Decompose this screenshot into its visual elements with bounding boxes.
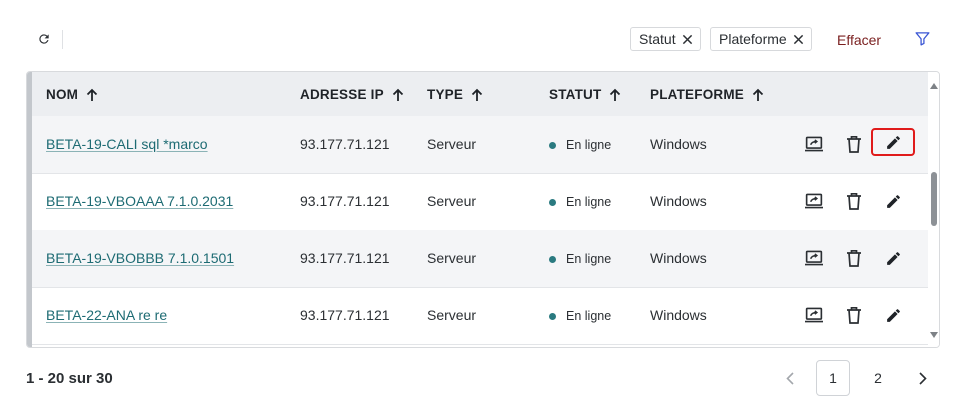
remote-desktop-icon[interactable]: [803, 190, 825, 212]
close-icon[interactable]: [682, 34, 693, 45]
status-text: En ligne: [566, 195, 612, 209]
edit-icon[interactable]: [882, 304, 904, 326]
column-header-plateforme[interactable]: PLATEFORME: [650, 87, 764, 102]
edit-icon[interactable]: [882, 190, 904, 212]
column-header-statut[interactable]: STATUT: [549, 87, 621, 102]
column-label: TYPE: [427, 87, 464, 102]
status-text: En ligne: [566, 138, 612, 152]
scroll-up-icon[interactable]: [930, 76, 938, 94]
delete-icon[interactable]: [843, 133, 865, 155]
status-badge: En ligne: [549, 138, 611, 152]
toolbar-divider: [62, 30, 63, 49]
column-label: NOM: [46, 87, 79, 102]
column-header-adresse-ip[interactable]: ADRESSE IP: [300, 87, 404, 102]
delete-icon[interactable]: [843, 304, 865, 326]
status-badge: En ligne: [549, 252, 611, 266]
sort-arrow-up-icon: [471, 88, 483, 102]
sort-arrow-up-icon: [392, 88, 404, 102]
table-row: BETA-22-ANA re re 93.177.71.121 Serveur …: [32, 287, 928, 345]
table-row: BETA-19-VBOAAA 7.1.0.2031 93.177.71.121 …: [32, 173, 928, 231]
ip-address: 93.177.71.121: [300, 136, 390, 152]
scroll-down-icon[interactable]: [930, 325, 938, 343]
platform: Windows: [650, 136, 707, 152]
platform: Windows: [650, 193, 707, 209]
remote-desktop-icon[interactable]: [803, 304, 825, 326]
platform: Windows: [650, 250, 707, 266]
toolbar: Statut Plateforme Effacer: [0, 0, 967, 72]
chevron-right-icon[interactable]: [912, 360, 934, 396]
delete-icon[interactable]: [843, 190, 865, 212]
devices-table: NOM ADRESSE IP TYPE STATUT PLATEFORME BE…: [26, 71, 940, 348]
vertical-scrollbar[interactable]: [928, 72, 939, 347]
device-name-link[interactable]: BETA-19-CALI sql *marco: [46, 136, 208, 152]
chip-label: Statut: [639, 31, 676, 47]
chip-label: Plateforme: [719, 31, 787, 47]
close-icon[interactable]: [793, 34, 804, 45]
sort-arrow-up-icon: [86, 88, 98, 102]
chevron-left-icon[interactable]: [779, 360, 801, 396]
edit-icon[interactable]: [882, 247, 904, 269]
ip-address: 93.177.71.121: [300, 193, 390, 209]
device-name-link[interactable]: BETA-22-ANA re re: [46, 307, 167, 323]
device-type: Serveur: [427, 193, 477, 209]
clear-filters-button[interactable]: Effacer: [837, 32, 881, 48]
pagination-count: 1 - 20 sur 30: [26, 370, 113, 387]
refresh-icon[interactable]: [34, 29, 54, 49]
filter-chip-statut[interactable]: Statut: [630, 27, 701, 51]
remote-desktop-icon[interactable]: [803, 247, 825, 269]
delete-icon[interactable]: [843, 247, 865, 269]
filter-icon[interactable]: [914, 30, 931, 52]
column-label: PLATEFORME: [650, 87, 744, 102]
status-dot: [549, 255, 556, 263]
column-header-type[interactable]: TYPE: [427, 87, 483, 102]
status-badge: En ligne: [549, 195, 611, 209]
filter-chip-plateforme[interactable]: Plateforme: [710, 27, 812, 51]
table-header: NOM ADRESSE IP TYPE STATUT PLATEFORME: [32, 72, 928, 117]
device-type: Serveur: [427, 307, 477, 323]
scrollbar-thumb[interactable]: [931, 172, 937, 226]
sort-arrow-up-icon: [752, 88, 764, 102]
column-label: ADRESSE IP: [300, 87, 384, 102]
sort-arrow-up-icon: [609, 88, 621, 102]
column-header-nom[interactable]: NOM: [46, 87, 98, 102]
remote-desktop-icon[interactable]: [803, 133, 825, 155]
platform: Windows: [650, 307, 707, 323]
status-dot: [549, 312, 556, 320]
status-dot: [549, 141, 556, 149]
status-text: En ligne: [566, 252, 612, 266]
table-row: BETA-19-CALI sql *marco 93.177.71.121 Se…: [32, 116, 928, 174]
status-dot: [549, 198, 556, 206]
device-type: Serveur: [427, 250, 477, 266]
device-name-link[interactable]: BETA-19-VBOBBB 7.1.0.1501: [46, 250, 234, 266]
ip-address: 93.177.71.121: [300, 250, 390, 266]
page-button-1[interactable]: 1: [816, 360, 850, 396]
status-text: En ligne: [566, 309, 612, 323]
ip-address: 93.177.71.121: [300, 307, 390, 323]
table-row: BETA-19-VBOBBB 7.1.0.1501 93.177.71.121 …: [32, 230, 928, 288]
column-label: STATUT: [549, 87, 602, 102]
status-badge: En ligne: [549, 309, 611, 323]
device-type: Serveur: [427, 136, 477, 152]
device-name-link[interactable]: BETA-19-VBOAAA 7.1.0.2031: [46, 193, 233, 209]
edit-icon[interactable]: [871, 128, 915, 156]
page-button-2[interactable]: 2: [862, 360, 894, 396]
